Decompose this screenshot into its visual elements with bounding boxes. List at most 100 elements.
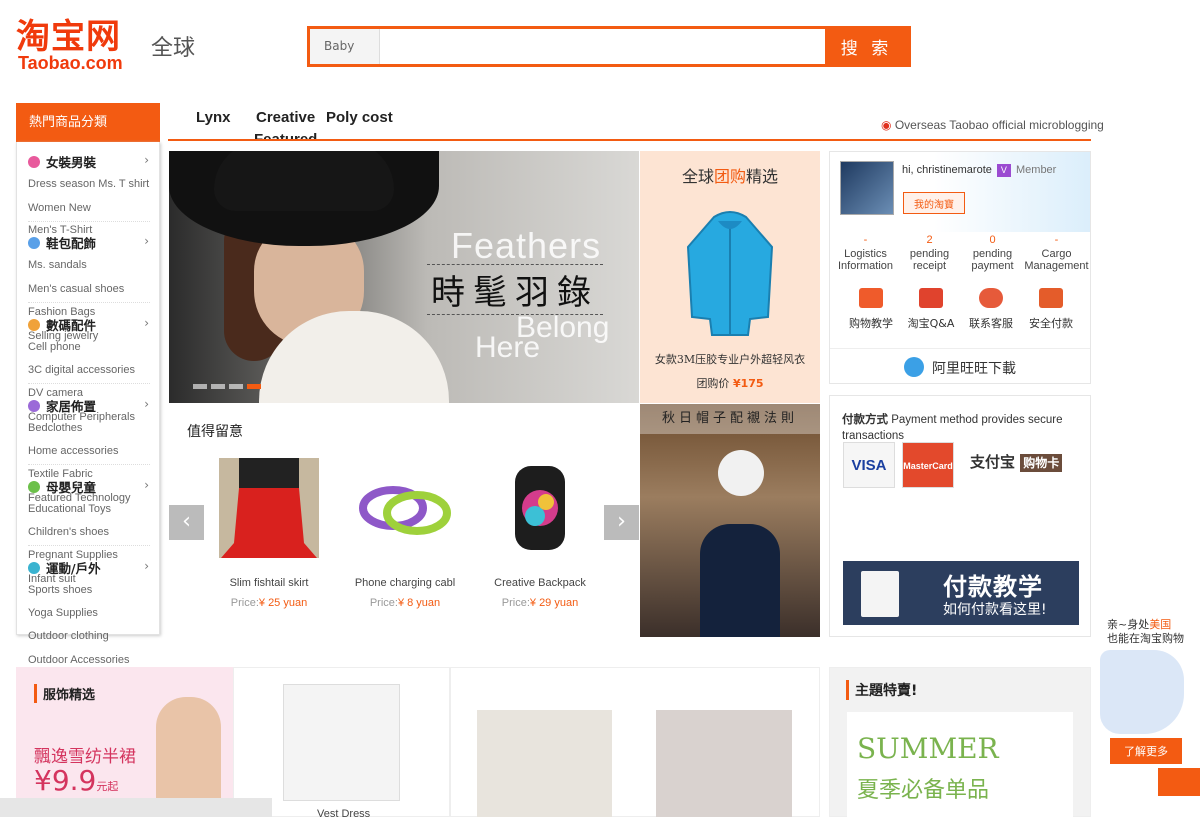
- service-shopping-guide[interactable]: 购物教学: [840, 288, 902, 331]
- usa-map-icon: [1100, 650, 1184, 734]
- chevron-right-icon[interactable]: ›: [144, 316, 149, 330]
- product-image[interactable]: [490, 458, 590, 558]
- category-link[interactable]: Educational Toys: [28, 504, 111, 515]
- carousel-dot[interactable]: [193, 384, 207, 389]
- category-shoes-bags[interactable]: 鞋包配飾: [28, 233, 96, 252]
- jacket-image[interactable]: [684, 207, 776, 337]
- group-buy-product[interactable]: 女款3M压胶专业户外超轻风衣: [640, 351, 820, 367]
- us-shopping-promo: 亲~身处美国 也能在淘宝购物: [1107, 618, 1184, 645]
- payment-description: 付款方式 Payment method provides secure tran…: [842, 414, 1063, 442]
- wangwang-download[interactable]: 阿里旺旺下載: [830, 348, 1090, 378]
- autumn-hat-banner[interactable]: 秋日帽子配襯法則: [640, 404, 820, 637]
- stat-logistics[interactable]: - Logistics Information: [833, 234, 898, 274]
- category-link[interactable]: Men's casual shoes: [28, 284, 124, 295]
- chevron-right-icon[interactable]: ›: [144, 153, 149, 167]
- weibo-link[interactable]: ◉ Overseas Taobao official microblogging: [881, 118, 1104, 132]
- category-link[interactable]: 3C digital accessories: [28, 365, 135, 376]
- banner-text-here: Here: [475, 331, 541, 364]
- search-category-select[interactable]: Baby: [310, 29, 380, 64]
- chat-icon: [919, 288, 943, 308]
- user-greeting: hi, christinemarote V Member: [902, 164, 1057, 177]
- summer-banner[interactable]: SUMMER 夏季必备单品: [847, 712, 1073, 817]
- float-tab[interactable]: [1158, 768, 1200, 796]
- category-link[interactable]: Outdoor Accessories: [28, 655, 130, 666]
- stat-pending-payment[interactable]: 0 pending payment: [960, 234, 1025, 274]
- horizontal-scrollbar[interactable]: [0, 798, 272, 817]
- section-title: 值得留意: [187, 424, 243, 440]
- product-label[interactable]: Vest Dress: [317, 808, 370, 817]
- beanie-image: [718, 450, 764, 496]
- category-link[interactable]: Bedclothes: [28, 423, 82, 434]
- taobao-logo-en[interactable]: Taobao.com: [18, 53, 123, 74]
- category-link[interactable]: Women New: [28, 203, 91, 214]
- stat-cargo[interactable]: - Cargo Management: [1024, 234, 1089, 274]
- service-qa[interactable]: 淘宝Q&A: [900, 288, 962, 331]
- product-card[interactable]: Phone charging cabl Price:¥ 8 yuan: [350, 458, 460, 609]
- learn-more-button[interactable]: 了解更多: [1110, 738, 1182, 764]
- category-link[interactable]: Outdoor clothing: [28, 631, 109, 642]
- chevron-right-icon[interactable]: ›: [144, 397, 149, 411]
- support-icon: [979, 288, 1003, 308]
- payment-tutorial-banner[interactable]: 付款教学 如何付款看这里!: [843, 561, 1079, 625]
- chevron-right-icon[interactable]: ›: [144, 234, 149, 248]
- category-link[interactable]: Dress season Ms. T shirt: [28, 179, 149, 190]
- chevron-right-icon[interactable]: ›: [144, 478, 149, 492]
- account-panel: hi, christinemarote V Member 我的淘寶 - Logis…: [829, 151, 1091, 384]
- group-buy-panel[interactable]: 全球团购精选 女款3M压胶专业户外超轻风衣 团购价 ¥175: [640, 151, 820, 403]
- alipay-icon: 支付宝 购物卡: [970, 451, 1063, 472]
- lock-icon: [1039, 288, 1063, 308]
- category-link[interactable]: Sports shoes: [28, 585, 92, 596]
- category-link[interactable]: Children's shoes: [28, 527, 109, 538]
- global-label: 全球: [151, 36, 196, 61]
- clothing-featured-panel[interactable]: 服饰精选 飄逸雪纺半裙 ¥9.9元起: [16, 667, 233, 817]
- product-image[interactable]: [355, 458, 455, 558]
- mastercard-icon: MasterCard: [902, 442, 954, 488]
- guide-icon: [859, 288, 883, 308]
- hero-banner[interactable]: Feathers 時髦羽錄 Belong Here: [169, 151, 639, 403]
- nav-poly-cost[interactable]: Poly cost: [326, 109, 393, 126]
- weibo-icon: ◉: [881, 118, 892, 132]
- banner-text-cn: 時髦羽錄: [427, 264, 603, 315]
- product-card[interactable]: Slim fishtail skirt Price:¥ 25 yuan: [214, 458, 324, 609]
- avatar[interactable]: [840, 161, 894, 215]
- nav-lynx[interactable]: Lynx: [196, 109, 230, 126]
- product-card[interactable]: Creative Backpack Price:¥ 29 yuan: [485, 458, 595, 609]
- theme-sale-panel[interactable]: 主題特賣! SUMMER 夏季必备单品: [829, 667, 1091, 817]
- product-image[interactable]: [477, 710, 612, 817]
- group-buy-price: 团购价 ¥175: [696, 377, 764, 390]
- vip-icon: V: [996, 164, 1011, 177]
- carousel-prev-button[interactable]: ‹: [169, 505, 204, 540]
- category-panel: 女裝男裝 › Dress season Ms. T shirt Women Ne…: [16, 142, 160, 642]
- payment-panel: 付款方式 Payment method provides secure tran…: [829, 395, 1091, 637]
- carousel-next-button[interactable]: ›: [604, 505, 639, 540]
- category-link[interactable]: Yoga Supplies: [28, 608, 98, 619]
- product-image[interactable]: [283, 684, 400, 801]
- category-women-men[interactable]: 女裝男裝: [28, 152, 96, 171]
- service-safe-pay[interactable]: 安全付款: [1020, 288, 1082, 331]
- promo-price: ¥9.9元起: [34, 764, 119, 797]
- service-contact[interactable]: 联系客服: [960, 288, 1022, 331]
- carousel-dot[interactable]: [229, 384, 243, 389]
- taobao-logo[interactable]: 淘宝网: [16, 18, 121, 56]
- stat-pending-receipt[interactable]: 2 pending receipt: [897, 234, 962, 274]
- category-link[interactable]: Home accessories: [28, 446, 118, 457]
- search-input[interactable]: [384, 33, 824, 60]
- carousel-dot[interactable]: [211, 384, 225, 389]
- product-image[interactable]: [219, 458, 319, 558]
- category-header: 熱門商品分類: [16, 103, 160, 142]
- category-link[interactable]: Cell phone: [28, 342, 81, 353]
- nav-creative[interactable]: Creative: [256, 109, 315, 126]
- carousel-dot-active[interactable]: [247, 384, 261, 389]
- my-taobao-button[interactable]: 我的淘寶: [903, 192, 965, 214]
- section-title: 服饰精选: [34, 684, 95, 703]
- chevron-right-icon[interactable]: ›: [144, 559, 149, 573]
- banner-text-feathers: Feathers: [451, 225, 602, 266]
- group-buy-title: 全球团购精选: [681, 167, 779, 186]
- wangwang-icon: [904, 357, 924, 377]
- document-icon: [861, 571, 899, 617]
- product-image[interactable]: [656, 710, 792, 817]
- search-button[interactable]: 搜 索: [825, 29, 908, 64]
- category-link[interactable]: Ms. sandals: [28, 260, 87, 271]
- model-image: [700, 524, 780, 637]
- nav-featured[interactable]: Featured: [254, 131, 317, 139]
